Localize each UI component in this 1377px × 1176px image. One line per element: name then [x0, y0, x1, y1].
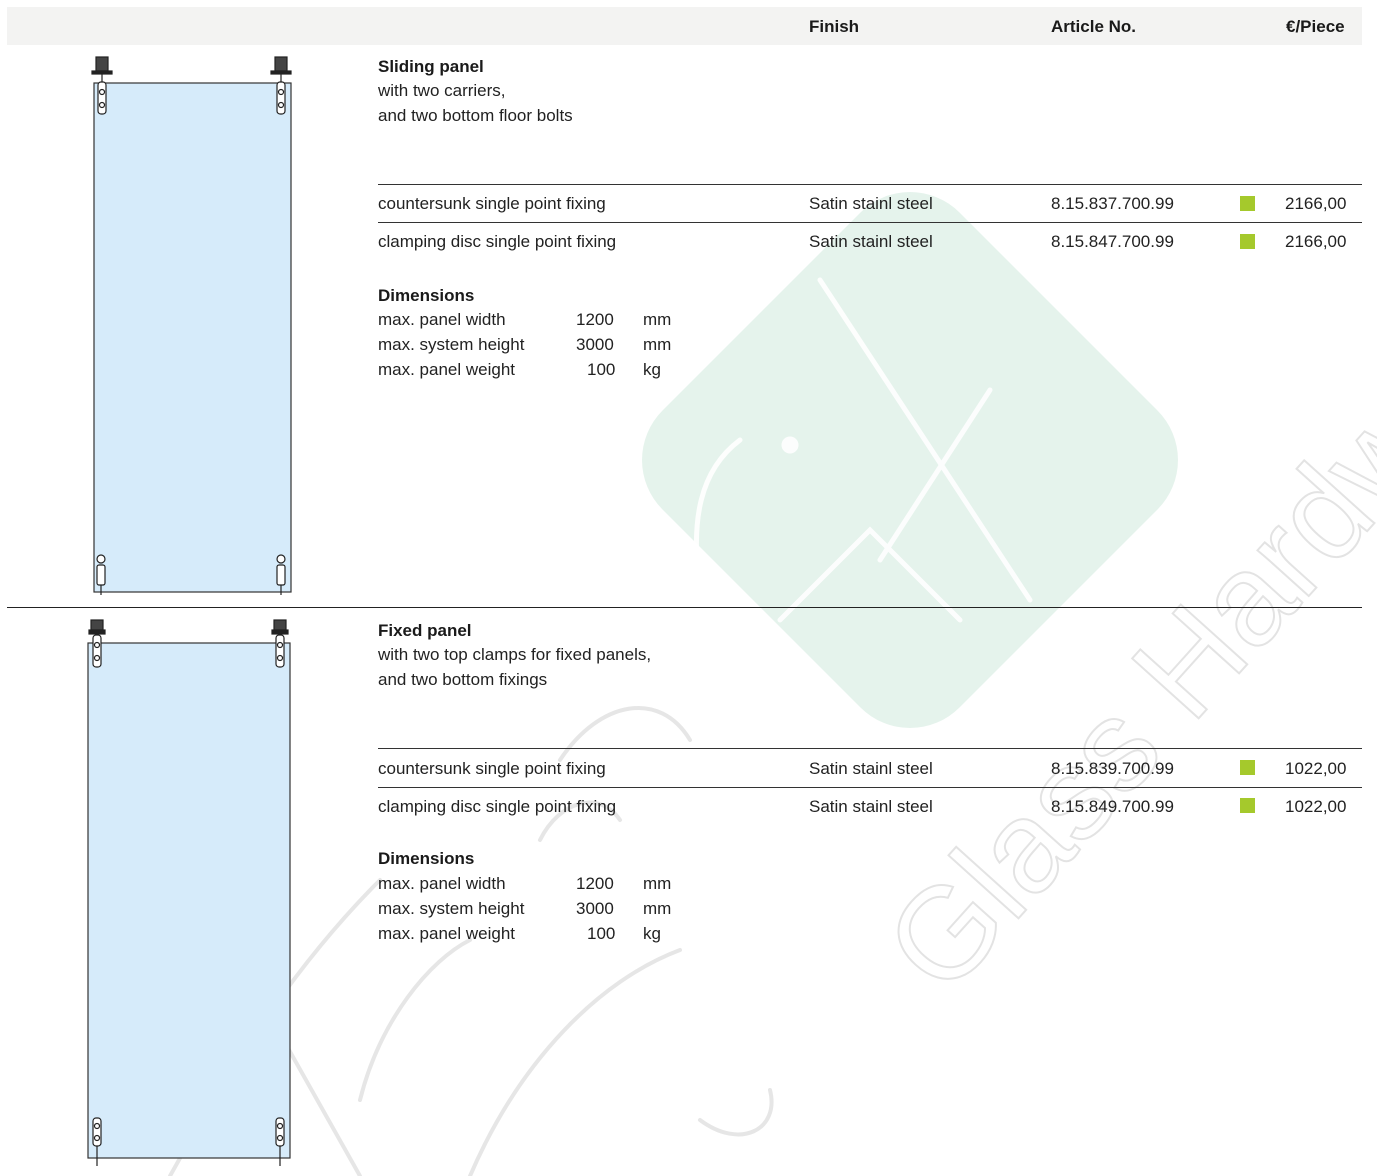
dimension-value: 3000	[576, 899, 614, 918]
product-desc-line: with two top clamps for fixed panels,	[378, 645, 652, 664]
table-header-bar	[7, 7, 1362, 45]
row-price: 1022,00	[1285, 797, 1347, 816]
row-article: 8.15.837.700.99	[1051, 194, 1174, 213]
row-type: clamping disc single point fixing	[378, 797, 617, 816]
row-divider	[378, 184, 1362, 185]
watermark-text: Glass Hardware	[857, 228, 1377, 1018]
header-article-no: Article No.	[1051, 17, 1137, 36]
product-desc-line: with two carriers,	[378, 81, 506, 100]
row-finish: Satin stainl steel	[809, 194, 933, 213]
product-title-sliding-panel: Sliding panel	[378, 57, 484, 76]
product-desc-line: and two bottom floor bolts	[378, 106, 573, 125]
row-price: 2166,00	[1285, 232, 1347, 251]
row-article: 8.15.839.700.99	[1051, 759, 1174, 778]
row-price: 1022,00	[1285, 759, 1347, 778]
header-finish: Finish	[809, 17, 860, 36]
dimension-label: max. panel weight	[378, 360, 516, 379]
fix-logo-icon	[642, 192, 1178, 728]
dimension-label: max. panel width	[378, 874, 506, 893]
row-finish: Satin stainl steel	[809, 797, 933, 816]
product-title-fixed-panel: Fixed panel	[378, 621, 472, 640]
row-divider	[378, 787, 1362, 788]
row-finish: Satin stainl steel	[809, 759, 933, 778]
row-divider	[378, 748, 1362, 749]
dimension-value: 100	[587, 360, 616, 379]
availability-square	[1240, 196, 1255, 211]
dimension-label: max. panel width	[378, 310, 506, 329]
availability-square	[1240, 760, 1255, 775]
dimension-unit: kg	[643, 924, 661, 943]
section-divider	[7, 607, 1362, 608]
row-type: countersunk single point fixing	[378, 759, 606, 778]
availability-square	[1240, 798, 1255, 813]
dimension-unit: mm	[643, 899, 672, 918]
dimension-unit: mm	[643, 310, 672, 329]
dimension-value: 1200	[576, 310, 614, 329]
dimensions-title: Dimensions	[378, 849, 475, 868]
dimension-label: max. system height	[378, 899, 525, 918]
row-type: clamping disc single point fixing	[378, 232, 617, 251]
bottom-fixing-left-icon	[92, 1117, 102, 1166]
product-desc-line: and two bottom fixings	[378, 670, 548, 689]
dimension-unit: mm	[643, 874, 672, 893]
dimension-label: max. system height	[378, 335, 525, 354]
dimension-unit: mm	[643, 335, 672, 354]
dimension-value: 3000	[576, 335, 614, 354]
header-price: €/Piece	[1286, 17, 1345, 36]
row-article: 8.15.849.700.99	[1051, 797, 1174, 816]
bottom-fixing-right-icon	[275, 1117, 285, 1166]
sliding-panel-drawing	[91, 56, 292, 595]
dimensions-title: Dimensions	[378, 286, 475, 305]
row-price: 2166,00	[1285, 194, 1347, 213]
availability-square	[1240, 234, 1255, 249]
fixed-panel-drawing	[87, 619, 291, 1166]
row-type: countersunk single point fixing	[378, 194, 606, 213]
dimension-label: max. panel weight	[378, 924, 516, 943]
row-divider	[378, 222, 1362, 223]
dimension-unit: kg	[643, 360, 661, 379]
row-finish: Satin stainl steel	[809, 232, 933, 251]
dimension-value: 1200	[576, 874, 614, 893]
dimension-value: 100	[587, 924, 616, 943]
row-article: 8.15.847.700.99	[1051, 232, 1174, 251]
